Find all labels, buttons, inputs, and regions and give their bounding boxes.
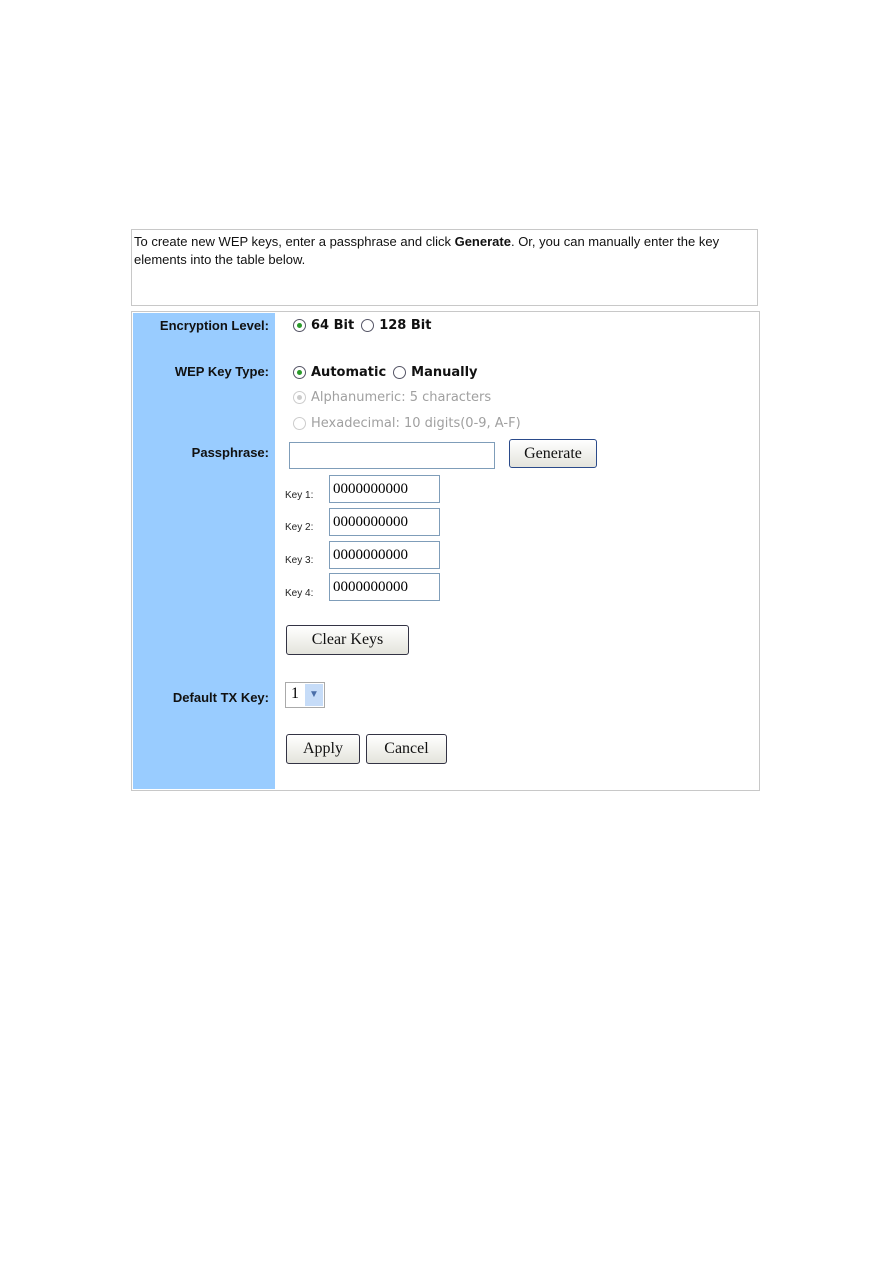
intro-text: To create new WEP keys, enter a passphra… <box>131 229 758 306</box>
apply-button[interactable]: Apply <box>286 734 360 764</box>
encryption-level-label: Encryption Level: <box>159 318 269 333</box>
key4-label: Key 4: <box>285 588 314 599</box>
passphrase-input[interactable] <box>289 442 495 469</box>
option-hexadecimal-label: Hexadecimal: 10 digits(0-9, A-F) <box>311 416 521 431</box>
key2-input[interactable] <box>329 508 440 536</box>
cancel-button[interactable]: Cancel <box>366 734 447 764</box>
intro-text-part: To create new WEP keys, enter a passphra… <box>134 234 455 249</box>
radio-128bit[interactable] <box>361 319 375 332</box>
default-tx-key-select[interactable]: 1 ▼ <box>285 682 325 708</box>
default-tx-key-value: 1 <box>291 685 299 702</box>
key3-label: Key 3: <box>285 555 314 566</box>
radio-automatic[interactable] <box>293 366 306 379</box>
wep-key-type-label: WEP Key Type: <box>174 364 269 379</box>
option-manually-label: Manually <box>411 365 478 380</box>
key4-input[interactable] <box>329 573 440 601</box>
option-64bit-label: 64 Bit <box>311 318 355 333</box>
label-column <box>133 313 275 789</box>
chevron-down-icon[interactable]: ▼ <box>305 684 323 706</box>
default-tx-key-label: Default TX Key: <box>172 690 269 705</box>
radio-alphanumeric[interactable] <box>293 391 306 404</box>
intro-generate-bold: Generate <box>454 234 511 249</box>
key2-label: Key 2: <box>285 522 314 533</box>
radio-manually[interactable] <box>393 366 407 379</box>
option-128bit-label: 128 Bit <box>379 318 432 333</box>
passphrase-label: Passphrase: <box>191 445 269 460</box>
option-alphanumeric-label: Alphanumeric: 5 characters <box>311 390 492 405</box>
clear-keys-button[interactable]: Clear Keys <box>286 625 409 655</box>
key1-input[interactable] <box>329 475 440 503</box>
key1-label: Key 1: <box>285 490 314 501</box>
option-automatic-label: Automatic <box>311 365 387 380</box>
generate-button[interactable]: Generate <box>509 439 597 468</box>
key3-input[interactable] <box>329 541 440 569</box>
radio-64bit[interactable] <box>293 319 306 332</box>
radio-hexadecimal[interactable] <box>293 417 306 430</box>
